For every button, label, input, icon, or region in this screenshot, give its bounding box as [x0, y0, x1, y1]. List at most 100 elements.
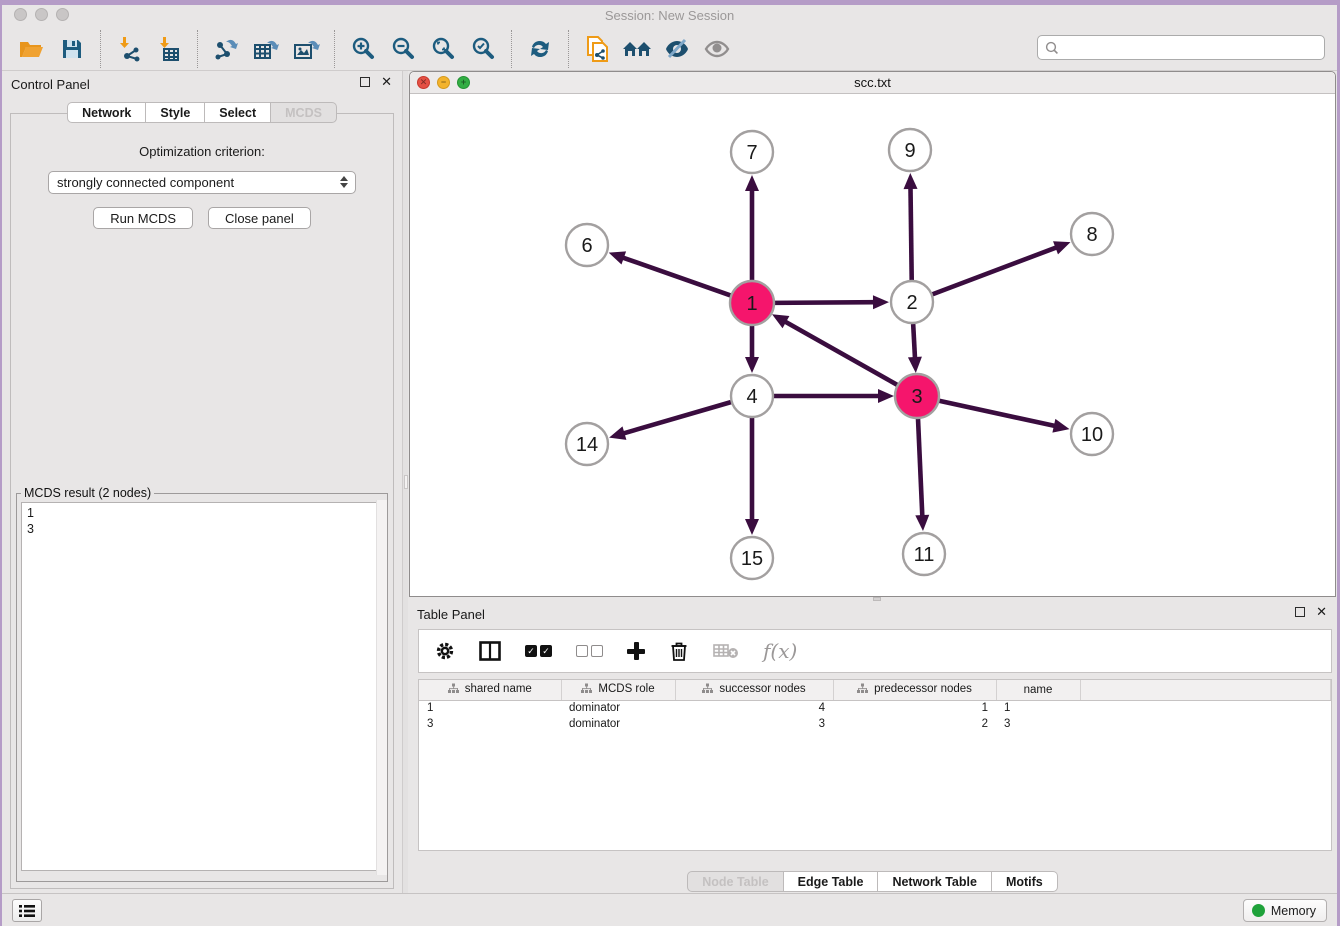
mcds-result-title: MCDS result (2 nodes) [21, 486, 154, 500]
graph-edge[interactable] [774, 302, 875, 303]
table-cell[interactable]: dominator [561, 716, 675, 732]
close-panel-icon[interactable]: ✕ [381, 77, 392, 87]
tab-node-table[interactable]: Node Table [687, 871, 783, 892]
search-field[interactable] [1037, 35, 1325, 60]
network-view-window: ✕ − + scc.txt 7968124314101511 [409, 71, 1336, 597]
graph-edge-arrowhead [745, 357, 759, 373]
table-cell[interactable]: 3 [675, 716, 833, 732]
column-header[interactable]: shared name [419, 680, 561, 700]
zoom-in-icon[interactable] [343, 32, 383, 66]
table-panel: Table Panel ✕ ✓✓ [408, 601, 1337, 893]
criterion-select[interactable]: strongly connected component [48, 171, 356, 194]
tab-motifs[interactable]: Motifs [992, 871, 1058, 892]
toolbar-separator [511, 30, 512, 68]
graph-edge-arrowhead [745, 519, 759, 535]
graph-edge[interactable] [933, 247, 1058, 294]
column-header[interactable]: MCDS role [561, 680, 675, 700]
zoom-selected-icon[interactable] [463, 32, 503, 66]
tab-style[interactable]: Style [146, 102, 205, 123]
tab-select[interactable]: Select [205, 102, 271, 123]
mcds-result-list[interactable]: 1 3 [21, 502, 383, 871]
clone-network-icon[interactable] [577, 32, 617, 66]
delete-column-icon[interactable] [669, 640, 689, 662]
control-panel-tabs: Network Style Select MCDS [2, 102, 402, 123]
table-toolbar: ✓✓ f(x) [418, 629, 1332, 673]
column-header-label: MCDS role [598, 683, 654, 695]
list-icon [18, 904, 36, 918]
graph-edge[interactable] [913, 324, 915, 359]
network-graph[interactable]: 7968124314101511 [410, 94, 1335, 596]
table-row[interactable]: 1dominator411 [419, 700, 1331, 716]
table-cell[interactable]: 2 [833, 716, 996, 732]
search-input[interactable] [1064, 41, 1324, 55]
result-scrollbar[interactable] [376, 500, 387, 875]
graph-edge-arrowhead [1053, 241, 1070, 254]
table-row[interactable]: 3dominator323 [419, 716, 1331, 732]
tab-network[interactable]: Network [67, 102, 146, 123]
graph-edge-arrowhead [609, 426, 626, 439]
control-panel: Control Panel ✕ Network Style Select MCD… [2, 71, 402, 893]
refresh-icon[interactable] [520, 32, 560, 66]
graph-edge[interactable] [784, 321, 898, 385]
create-column-icon[interactable] [627, 642, 645, 660]
graph-edge[interactable] [918, 418, 922, 517]
graph-edge[interactable] [938, 401, 1055, 426]
network-window-titlebar[interactable]: ✕ − + scc.txt [410, 72, 1335, 94]
column-header-label: successor nodes [719, 683, 805, 695]
tab-edge-table[interactable]: Edge Table [784, 871, 879, 892]
close-table-panel-icon[interactable]: ✕ [1316, 607, 1327, 617]
unselect-all-columns-icon[interactable] [576, 645, 603, 657]
zoom-out-icon[interactable] [383, 32, 423, 66]
table-cell[interactable]: 3 [996, 716, 1080, 732]
title-bar: Session: New Session [2, 5, 1337, 27]
table-cell[interactable]: dominator [561, 700, 675, 716]
table-cell[interactable]: 1 [419, 700, 561, 716]
export-network-icon[interactable] [206, 32, 246, 66]
save-session-icon[interactable] [52, 32, 92, 66]
run-mcds-button[interactable]: Run MCDS [93, 207, 193, 229]
column-header[interactable]: name [996, 680, 1080, 700]
select-all-columns-icon[interactable]: ✓✓ [525, 645, 552, 657]
import-table-icon[interactable] [149, 32, 189, 66]
network-window-title: scc.txt [410, 75, 1335, 90]
graph-edge[interactable] [623, 402, 731, 434]
delete-table-icon[interactable] [713, 642, 739, 660]
table-cell[interactable]: 1 [833, 700, 996, 716]
hide-style-icon[interactable] [657, 32, 697, 66]
network-canvas[interactable]: 7968124314101511 [410, 94, 1335, 596]
float-table-panel-icon[interactable] [1295, 607, 1305, 617]
graph-node-label: 9 [904, 140, 915, 162]
column-header[interactable]: predecessor nodes [833, 680, 996, 700]
table-cell[interactable]: 3 [419, 716, 561, 732]
table-cell[interactable]: 1 [996, 700, 1080, 716]
function-builder-icon[interactable]: f(x) [763, 639, 797, 663]
graph-edge[interactable] [910, 187, 911, 280]
graph-edge-arrowhead [609, 251, 626, 264]
split-panel-icon[interactable] [479, 641, 501, 661]
window-title: Session: New Session [2, 8, 1337, 23]
float-panel-icon[interactable] [360, 77, 370, 87]
tab-mcds[interactable]: MCDS [271, 102, 337, 123]
main-toolbar [2, 27, 1337, 71]
mcds-panel-body: Optimization criterion: strongly connect… [10, 113, 394, 889]
export-table-icon[interactable] [246, 32, 286, 66]
zoom-fit-icon[interactable] [423, 32, 463, 66]
table-cell[interactable]: 4 [675, 700, 833, 716]
hierarchy-icon [448, 683, 459, 694]
graph-edge[interactable] [622, 257, 731, 295]
close-panel-button[interactable]: Close panel [208, 207, 311, 229]
graph-node-label: 14 [576, 434, 598, 456]
tab-network-table[interactable]: Network Table [878, 871, 992, 892]
export-image-icon[interactable] [286, 32, 326, 66]
open-file-icon[interactable] [12, 32, 52, 66]
graph-edge-arrowhead [915, 515, 929, 531]
import-network-icon[interactable] [109, 32, 149, 66]
show-all-networks-icon[interactable] [617, 32, 657, 66]
show-graphics-icon[interactable] [697, 32, 737, 66]
memory-button[interactable]: Memory [1243, 899, 1327, 922]
column-header[interactable]: successor nodes [675, 680, 833, 700]
graph-edge-arrowhead [873, 295, 889, 309]
table-settings-gear-icon[interactable] [435, 641, 455, 661]
task-history-button[interactable] [12, 899, 42, 922]
column-header-label: name [1024, 684, 1053, 696]
